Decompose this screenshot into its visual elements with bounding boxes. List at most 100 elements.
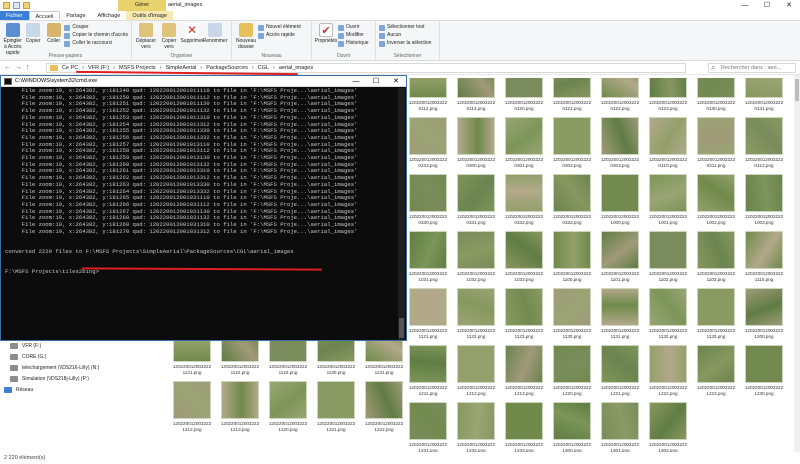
file-tile[interactable]: 120220012003222 1301.png (598, 400, 642, 452)
file-tile[interactable]: 120220012003222 1110.png (742, 229, 786, 286)
file-tile[interactable]: 120220012003222 0333.png (550, 172, 594, 229)
minimize-button[interactable]: — (734, 0, 756, 11)
file-tile[interactable]: 120220012003222 1121.png (406, 286, 450, 343)
file-tile[interactable]: 120220012003222 1100.png (550, 229, 594, 286)
invert-selection-button[interactable]: Inverser la sélection (379, 40, 436, 47)
file-tile[interactable]: 120220012003222 0120.png (502, 78, 546, 115)
cmd-minimize-button[interactable]: — (346, 76, 366, 87)
copy-path-button[interactable]: Copier le chemin d'accès (64, 32, 128, 39)
file-tile[interactable]: 120220012003222 1131.png (362, 340, 406, 379)
paste-shortcut-button[interactable]: Coller le raccourci (64, 40, 128, 47)
file-tile[interactable]: 120220012003222 0122.png (598, 78, 642, 115)
file-tile[interactable]: 120220012003222 0302.png (550, 115, 594, 172)
file-tile[interactable]: 120220012003222 1033.png (502, 229, 546, 286)
search-input[interactable]: Rechercher dans : aeri... (708, 63, 796, 73)
file-tile[interactable]: 120220012003222 1232.png (454, 400, 498, 452)
edit-button[interactable]: Modifier (338, 32, 369, 39)
file-tile[interactable]: 120220012003222 1103.png (694, 229, 738, 286)
file-tile[interactable]: 120220012003222 1211.png (406, 343, 450, 400)
tab-partage[interactable]: Partage (60, 11, 91, 20)
file-tile[interactable]: 120220012003222 0130.png (694, 78, 738, 115)
file-tile[interactable]: 120220012003222 1233.png (502, 400, 546, 452)
properties-button[interactable]: ✔ Propriétés (315, 23, 337, 47)
select-all-button[interactable]: Sélectionner tout (379, 24, 436, 31)
file-tile[interactable]: 120220012003222 0311.png (694, 115, 738, 172)
paste-button[interactable]: Coller (44, 23, 63, 56)
file-tile[interactable]: 120220012003222 1123.png (266, 340, 310, 379)
folder-icon[interactable] (3, 2, 10, 9)
rename-button[interactable]: Renommer (203, 23, 227, 50)
vertical-scrollbar[interactable] (794, 75, 800, 452)
forward-button[interactable]: → (15, 64, 22, 71)
cmd-scrollbar-thumb[interactable] (399, 318, 404, 338)
crumb-simpleaerial[interactable]: SimpleAerial (166, 65, 197, 71)
file-tile[interactable]: 120220012003222 1102.png (646, 229, 690, 286)
file-tile[interactable]: 120220012003222 1200.png (742, 286, 786, 343)
cmd-maximize-button[interactable]: ☐ (366, 76, 386, 87)
new-folder-icon[interactable] (23, 2, 30, 9)
tab-fichier[interactable]: Fichier (0, 11, 29, 20)
file-tile[interactable]: 120220012003222 1221.png (314, 379, 358, 436)
file-tile[interactable]: 120220012003222 1132.png (646, 286, 690, 343)
properties-icon[interactable] (13, 2, 20, 9)
file-tile[interactable]: 120220012003222 0131.png (742, 78, 786, 115)
file-tile[interactable]: 120220012003222 1300.png (550, 400, 594, 452)
file-tile[interactable]: 120220012003222 1001.png (646, 172, 690, 229)
select-none-button[interactable]: Aucun (379, 32, 436, 39)
context-tab-manage[interactable]: Gérer (118, 0, 166, 11)
delete-button[interactable]: ✕ Supprimer (180, 23, 204, 50)
nav-item-simulation[interactable]: Simulation (\\DS218j-Lilly) (P:) (0, 373, 170, 384)
file-tile[interactable]: 120220012003222 1231.png (406, 400, 450, 452)
file-tile[interactable]: 120220012003222 0121.png (550, 78, 594, 115)
file-tile[interactable]: 120220012003222 1220.png (550, 343, 594, 400)
file-tile[interactable]: 120220012003222 1221.png (598, 343, 642, 400)
maximize-button[interactable]: ☐ (756, 0, 778, 11)
file-tile[interactable]: 120220012003222 1032.png (454, 229, 498, 286)
pin-quick-access-button[interactable]: Épingler à Accès rapide (3, 23, 22, 56)
cmd-close-button[interactable]: ✕ (386, 76, 406, 87)
up-button[interactable]: ↑ (26, 64, 30, 71)
file-tile[interactable]: 120220012003222 1302.png (646, 400, 690, 452)
file-tile[interactable]: 120220012003222 1220.png (266, 379, 310, 436)
file-tile[interactable]: 120220012003222 0310.png (646, 115, 690, 172)
copy-button[interactable]: Copier (23, 23, 42, 56)
file-tile[interactable]: 120220012003222 1222.png (362, 379, 406, 436)
history-button[interactable]: Historique (338, 40, 369, 47)
move-to-button[interactable]: Déplacer vers (135, 23, 157, 50)
file-tile[interactable]: 120220012003222 1003.png (742, 172, 786, 229)
file-tile[interactable]: 120220012003222 1133.png (694, 286, 738, 343)
file-tile[interactable]: 120220012003222 0301.png (502, 115, 546, 172)
file-tile[interactable]: 120220012003222 0113.png (454, 78, 498, 115)
easy-access-button[interactable]: Accès rapide (258, 32, 301, 39)
file-tile[interactable]: 120220012003222 0233.png (406, 115, 450, 172)
cmd-titlebar[interactable]: C:\WINDOWS\system32\cmd.exe — ☐ ✕ (1, 76, 406, 87)
nav-item-vfr[interactable]: VFR (F:) (0, 340, 170, 351)
close-button[interactable]: ✕ (778, 0, 800, 11)
file-tile[interactable]: 120220012003222 1122.png (454, 286, 498, 343)
file-tile[interactable]: 120220012003222 0330.png (406, 172, 450, 229)
file-tile[interactable]: 120220012003222 1213.png (218, 379, 262, 436)
file-tile[interactable]: 120220012003222 0331.png (454, 172, 498, 229)
file-tile[interactable]: 120220012003222 0312.png (742, 115, 786, 172)
nav-item-reseau[interactable]: Réseau (0, 384, 170, 395)
file-tile[interactable]: 120220012003222 1122.png (218, 340, 262, 379)
tab-outils-image[interactable]: Outils d'image (126, 11, 174, 20)
cmd-scrollbar[interactable] (398, 88, 405, 340)
file-tile[interactable]: 120220012003222 1212.png (454, 343, 498, 400)
crumb-cgl[interactable]: CGL (258, 65, 269, 71)
file-tile[interactable]: 120220012003222 1223.png (694, 343, 738, 400)
file-tile[interactable]: 120220012003222 1213.png (502, 343, 546, 400)
file-tile[interactable]: 120220012003222 1130.png (550, 286, 594, 343)
nav-item-telechargement[interactable]: telechargement (\\DS216-Lilly) (N:) (0, 362, 170, 373)
scrollbar-thumb[interactable] (795, 79, 799, 101)
cmd-window[interactable]: C:\WINDOWS\system32\cmd.exe — ☐ ✕ File z… (0, 75, 407, 341)
file-tile[interactable]: 120220012003222 0112.png (406, 78, 450, 115)
file-tile[interactable]: 120220012003222 1000.png (598, 172, 642, 229)
copy-to-button[interactable]: Copier vers (158, 23, 180, 50)
file-tile[interactable]: 120220012003222 1212.png (170, 379, 214, 436)
file-tile[interactable]: 120220012003222 0300.png (454, 115, 498, 172)
new-item-button[interactable]: Nouvel élément (258, 24, 301, 31)
crumb-packagesources[interactable]: PackageSources (206, 65, 248, 71)
nav-item-core[interactable]: CORE (G:) (0, 351, 170, 362)
file-tile[interactable]: 120220012003222 1121.png (170, 340, 214, 379)
